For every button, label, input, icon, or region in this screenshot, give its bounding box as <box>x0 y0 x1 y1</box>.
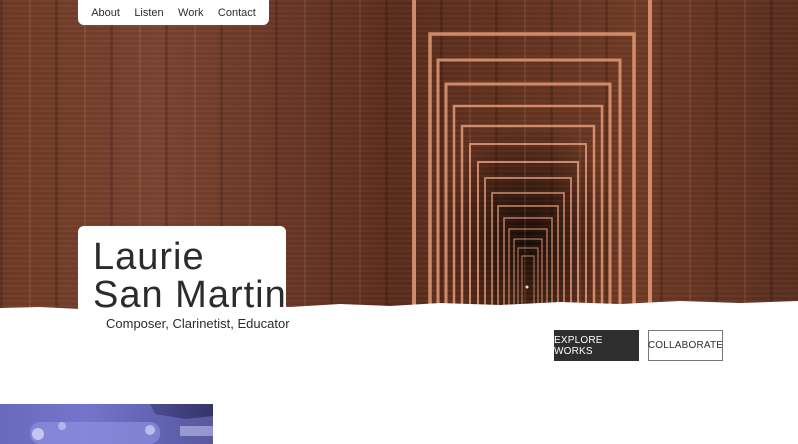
nav-work[interactable]: Work <box>178 7 203 19</box>
collaborate-button[interactable]: COLLABORATE <box>648 330 723 361</box>
page-title-line2: San Martin <box>93 274 287 316</box>
nav-listen[interactable]: Listen <box>134 7 163 19</box>
clarinet-keys-illustration <box>0 404 213 444</box>
top-nav: About Listen Work Contact <box>78 0 269 25</box>
nav-contact[interactable]: Contact <box>218 7 256 19</box>
tagline: Composer, Clarinetist, Educator <box>106 316 290 331</box>
page-title-line1: Laurie <box>93 236 205 278</box>
title-card: Laurie San Martin Composer, Clarinetist,… <box>78 226 290 336</box>
clarinet-photo <box>0 404 213 444</box>
explore-works-button[interactable]: EXPLORE WORKS <box>554 330 639 361</box>
nav-about[interactable]: About <box>91 7 120 19</box>
